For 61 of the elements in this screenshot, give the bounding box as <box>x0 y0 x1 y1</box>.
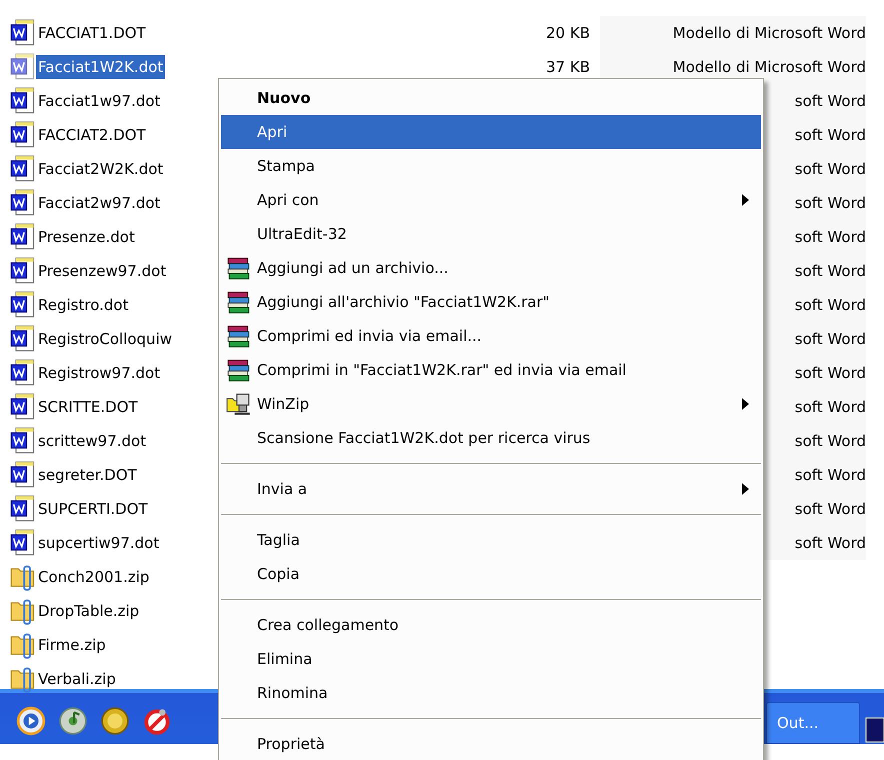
document-icon <box>10 19 36 47</box>
file-name[interactable]: SUPCERTI.DOT <box>36 497 150 521</box>
document-icon <box>10 325 36 353</box>
menu-item[interactable]: Elimina <box>221 642 761 676</box>
file-name[interactable]: supcertiw97.dot <box>36 531 162 555</box>
document-icon <box>10 359 36 387</box>
file-name[interactable]: Facciat2w97.dot <box>36 191 162 215</box>
document-icon <box>10 121 36 149</box>
file-name[interactable]: scrittew97.dot <box>36 429 148 453</box>
zipped-folder-icon <box>10 631 36 659</box>
file-name[interactable]: Facciat1W2K.dot <box>36 55 166 79</box>
file-name[interactable]: Firme.zip <box>36 633 108 657</box>
file-name[interactable]: FACCIAT1.DOT <box>36 21 148 45</box>
submenu-arrow-icon <box>742 398 749 410</box>
books-icon <box>226 357 252 383</box>
file-name[interactable]: SCRITTE.DOT <box>36 395 140 419</box>
document-icon <box>10 393 36 421</box>
menu-item[interactable]: Apri <box>221 115 761 149</box>
zipped-folder-icon <box>10 563 36 591</box>
submenu-arrow-icon <box>742 483 749 495</box>
document-icon <box>10 495 36 523</box>
no-sign-icon[interactable] <box>142 706 172 736</box>
document-icon <box>10 189 36 217</box>
document-icon <box>10 291 36 319</box>
file-type: Modello di Microsoft Word <box>600 16 866 50</box>
file-size: 20 KB <box>546 24 590 42</box>
document-icon <box>10 461 36 489</box>
file-name[interactable]: Registrow97.dot <box>36 361 162 385</box>
document-icon <box>10 257 36 285</box>
menu-item[interactable]: Proprietà <box>221 727 761 760</box>
menu-item[interactable]: Crea collegamento <box>221 608 761 642</box>
books-icon <box>226 323 252 349</box>
file-name[interactable]: Conch2001.zip <box>36 565 152 589</box>
file-name[interactable]: Presenze.dot <box>36 225 137 249</box>
play-icon[interactable] <box>16 706 46 736</box>
file-name[interactable]: Facciat1w97.dot <box>36 89 162 113</box>
coin-icon[interactable] <box>100 706 130 736</box>
file-size: 37 KB <box>546 58 590 76</box>
document-icon <box>10 223 36 251</box>
document-icon <box>10 53 36 81</box>
document-icon <box>10 529 36 557</box>
file-name[interactable]: Presenzew97.dot <box>36 259 168 283</box>
file-name[interactable]: segreter.DOT <box>36 463 139 487</box>
file-name[interactable]: DropTable.zip <box>36 599 142 623</box>
document-icon <box>10 427 36 455</box>
disc-icon[interactable] <box>58 706 88 736</box>
books-icon <box>226 289 252 315</box>
zipped-folder-icon <box>10 597 36 625</box>
books-icon <box>226 255 252 281</box>
file-name[interactable]: Verbali.zip <box>36 667 118 691</box>
submenu-arrow-icon <box>742 194 749 206</box>
document-icon <box>10 155 36 183</box>
menu-item[interactable]: Copia <box>221 557 761 591</box>
file-name[interactable]: Facciat2W2K.dot <box>36 157 166 181</box>
menu-item[interactable]: Rinomina <box>221 676 761 710</box>
folder-computer-icon <box>226 391 252 417</box>
taskbar-button[interactable]: Out... <box>766 702 860 744</box>
file-name[interactable]: RegistroColloquiw <box>36 327 174 351</box>
file-name[interactable]: Registro.dot <box>36 293 130 317</box>
document-icon <box>10 87 36 115</box>
file-name[interactable]: FACCIAT2.DOT <box>36 123 148 147</box>
